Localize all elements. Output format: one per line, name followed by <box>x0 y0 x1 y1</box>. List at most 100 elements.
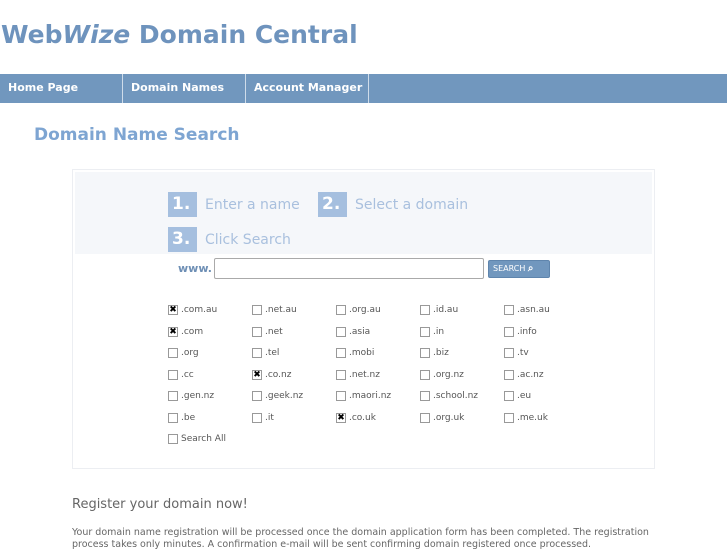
checkbox-label: .org.au <box>349 305 381 315</box>
checkbox-label: .info <box>517 326 537 337</box>
checkbox[interactable] <box>336 348 346 358</box>
checkbox[interactable] <box>252 348 262 358</box>
domain-checkbox-school-nz[interactable]: .school.nz <box>420 391 478 401</box>
checkbox[interactable] <box>336 391 346 401</box>
checkbox-label: .org <box>181 348 199 358</box>
checkbox[interactable] <box>420 305 430 315</box>
step-label: Click Search <box>205 231 291 248</box>
checkbox-label: .ac.nz <box>517 369 544 380</box>
checkbox-label: .me.uk <box>517 412 548 423</box>
domain-checkbox-org-uk[interactable]: .org.uk <box>420 412 465 423</box>
site-title: WebWize Domain Central <box>1 20 358 49</box>
search-panel: 1. Enter a name 2. Select a domain 3. Click… <box>72 169 655 469</box>
domain-checkbox-in[interactable]: .in <box>420 326 445 337</box>
checkbox[interactable] <box>168 348 178 358</box>
checkbox[interactable] <box>252 305 262 315</box>
checkbox[interactable] <box>336 326 346 337</box>
domain-checkbox-me-uk[interactable]: .me.uk <box>504 412 548 423</box>
domain-checkbox-maori-nz[interactable]: .maori.nz <box>336 391 391 401</box>
checkbox[interactable]: ✖ <box>252 369 262 380</box>
checkbox[interactable] <box>336 369 346 380</box>
checkbox[interactable] <box>168 391 178 401</box>
checkbox[interactable] <box>420 326 430 337</box>
checkbox[interactable] <box>420 391 430 401</box>
checkbox[interactable] <box>168 434 178 444</box>
domain-checkbox-com-au[interactable]: ✖ .com.au <box>168 305 217 315</box>
domain-checkbox-org[interactable]: .org <box>168 348 199 358</box>
step-1: 1. Enter a name <box>168 192 300 217</box>
checkbox[interactable] <box>252 326 262 337</box>
checkbox-label: .net.nz <box>349 369 380 380</box>
domain-checkbox-be[interactable]: .be <box>168 412 195 423</box>
domain-checkbox-net-nz[interactable]: .net.nz <box>336 369 380 380</box>
domain-checkbox-ac-nz[interactable]: .ac.nz <box>504 369 544 380</box>
main-nav: Home Page Domain Names Account Manager <box>0 74 727 103</box>
checkbox-label: .eu <box>517 391 532 401</box>
checkbox[interactable] <box>504 348 514 358</box>
checkbox[interactable]: ✖ <box>336 412 346 423</box>
checkbox-label: .in <box>433 326 445 337</box>
domain-checkbox-tv[interactable]: .tv <box>504 348 529 358</box>
checkbox-label: .tv <box>517 348 529 358</box>
checkbox[interactable] <box>504 369 514 380</box>
domain-checkbox-org-au[interactable]: .org.au <box>336 305 381 315</box>
checkbox[interactable] <box>504 305 514 315</box>
checkbox-label: .co.uk <box>349 412 376 423</box>
checkbox-label: .mobi <box>349 348 375 358</box>
domain-checkbox-co-uk[interactable]: ✖ .co.uk <box>336 412 376 423</box>
domain-checkbox-com[interactable]: ✖ .com <box>168 326 204 337</box>
register-text: Your domain name registration will be pr… <box>72 527 649 550</box>
checkbox-label: .maori.nz <box>349 391 392 401</box>
checkbox[interactable]: ✖ <box>168 305 178 315</box>
checkbox-label: Search All <box>181 434 226 444</box>
nav-account-manager[interactable]: Account Manager <box>246 74 369 103</box>
page-title: Domain Name Search <box>34 125 240 145</box>
domain-checkbox-asia[interactable]: .asia <box>336 326 370 337</box>
domain-checkbox-mobi[interactable]: .mobi <box>336 348 374 358</box>
checkbox-label: .org.uk <box>433 412 465 423</box>
search-button[interactable]: SEARCH ⌕ <box>488 260 550 278</box>
nav-domain-names[interactable]: Domain Names <box>123 74 246 103</box>
checkbox[interactable] <box>420 369 430 380</box>
checkbox[interactable]: ✖ <box>168 326 178 337</box>
domain-checkbox-biz[interactable]: .biz <box>420 348 449 358</box>
domain-checkbox-tel[interactable]: .tel <box>252 348 279 358</box>
checkbox[interactable] <box>252 391 262 401</box>
checkbox[interactable] <box>336 305 346 315</box>
domain-checkbox-eu[interactable]: .eu <box>504 391 531 401</box>
checkbox[interactable] <box>252 412 262 423</box>
checkbox[interactable] <box>168 369 178 380</box>
checkbox-label: .school.nz <box>433 391 479 401</box>
domain-checkbox-co-nz[interactable]: ✖ .co.nz <box>252 369 291 380</box>
checkbox-label: .id.au <box>433 305 459 315</box>
domain-search-input[interactable] <box>214 258 484 279</box>
domain-checkbox-org-nz[interactable]: .org.nz <box>420 369 464 380</box>
domain-checkbox-it[interactable]: .it <box>252 412 274 423</box>
step-number: 3. <box>168 227 197 252</box>
checkbox[interactable] <box>420 412 430 423</box>
checkbox[interactable] <box>420 348 430 358</box>
nav-home-page[interactable]: Home Page <box>0 74 123 103</box>
search-button-label: SEARCH <box>493 264 526 273</box>
domain-checkbox-cc[interactable]: .cc <box>168 369 194 380</box>
checkbox-label: .gen.nz <box>181 391 215 401</box>
checkbox[interactable] <box>504 412 514 423</box>
domain-checkbox-search-all[interactable]: Search All <box>168 434 226 444</box>
domain-checkbox-id-au[interactable]: .id.au <box>420 305 458 315</box>
checkbox[interactable] <box>168 412 178 423</box>
domain-checkbox-net[interactable]: .net <box>252 326 283 337</box>
domain-checkbox-asn-au[interactable]: .asn.au <box>504 305 550 315</box>
domain-checkbox-info[interactable]: .info <box>504 326 537 337</box>
checkbox-label: .com <box>181 326 204 337</box>
checkbox[interactable] <box>504 391 514 401</box>
checkbox[interactable] <box>504 326 514 337</box>
checkbox-label: .biz <box>433 348 449 358</box>
domain-checkbox-net-au[interactable]: .net.au <box>252 305 297 315</box>
domain-checkbox-gen-nz[interactable]: .gen.nz <box>168 391 214 401</box>
checkbox-label: .net <box>265 326 283 337</box>
step-number: 2. <box>318 192 347 217</box>
domain-checkbox-geek-nz[interactable]: .geek.nz <box>252 391 303 401</box>
checkbox-label: .com.au <box>181 305 218 315</box>
checkbox-label: .tel <box>265 348 280 358</box>
checkbox-label: .org.nz <box>433 369 464 380</box>
